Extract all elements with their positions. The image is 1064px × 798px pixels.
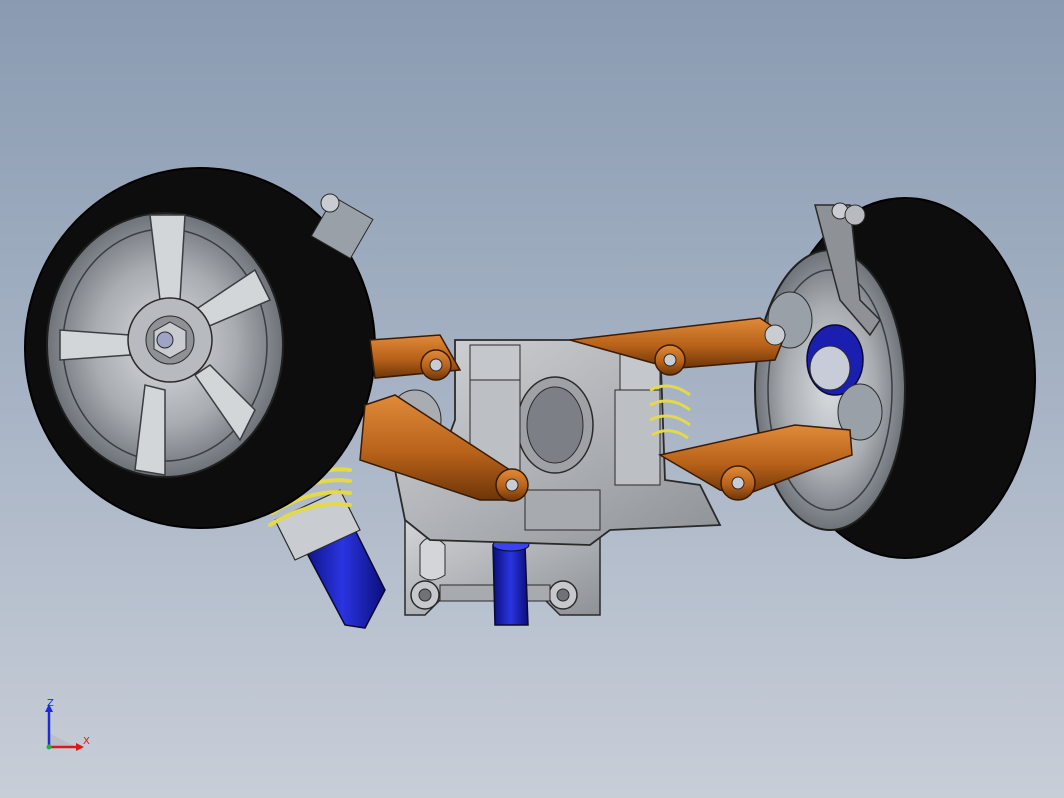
right-wheel[interactable]	[754, 197, 1036, 559]
suspension-model[interactable]	[0, 0, 1064, 798]
upper-arm-left[interactable]	[369, 334, 462, 381]
triad-x-label: X	[83, 736, 90, 747]
coordinate-triad: Z X	[40, 695, 100, 755]
cad-viewport[interactable]: Z X	[0, 0, 1064, 798]
triad-z-label: Z	[47, 698, 54, 709]
center-shock[interactable]	[492, 538, 530, 626]
left-wheel[interactable]	[24, 167, 376, 529]
